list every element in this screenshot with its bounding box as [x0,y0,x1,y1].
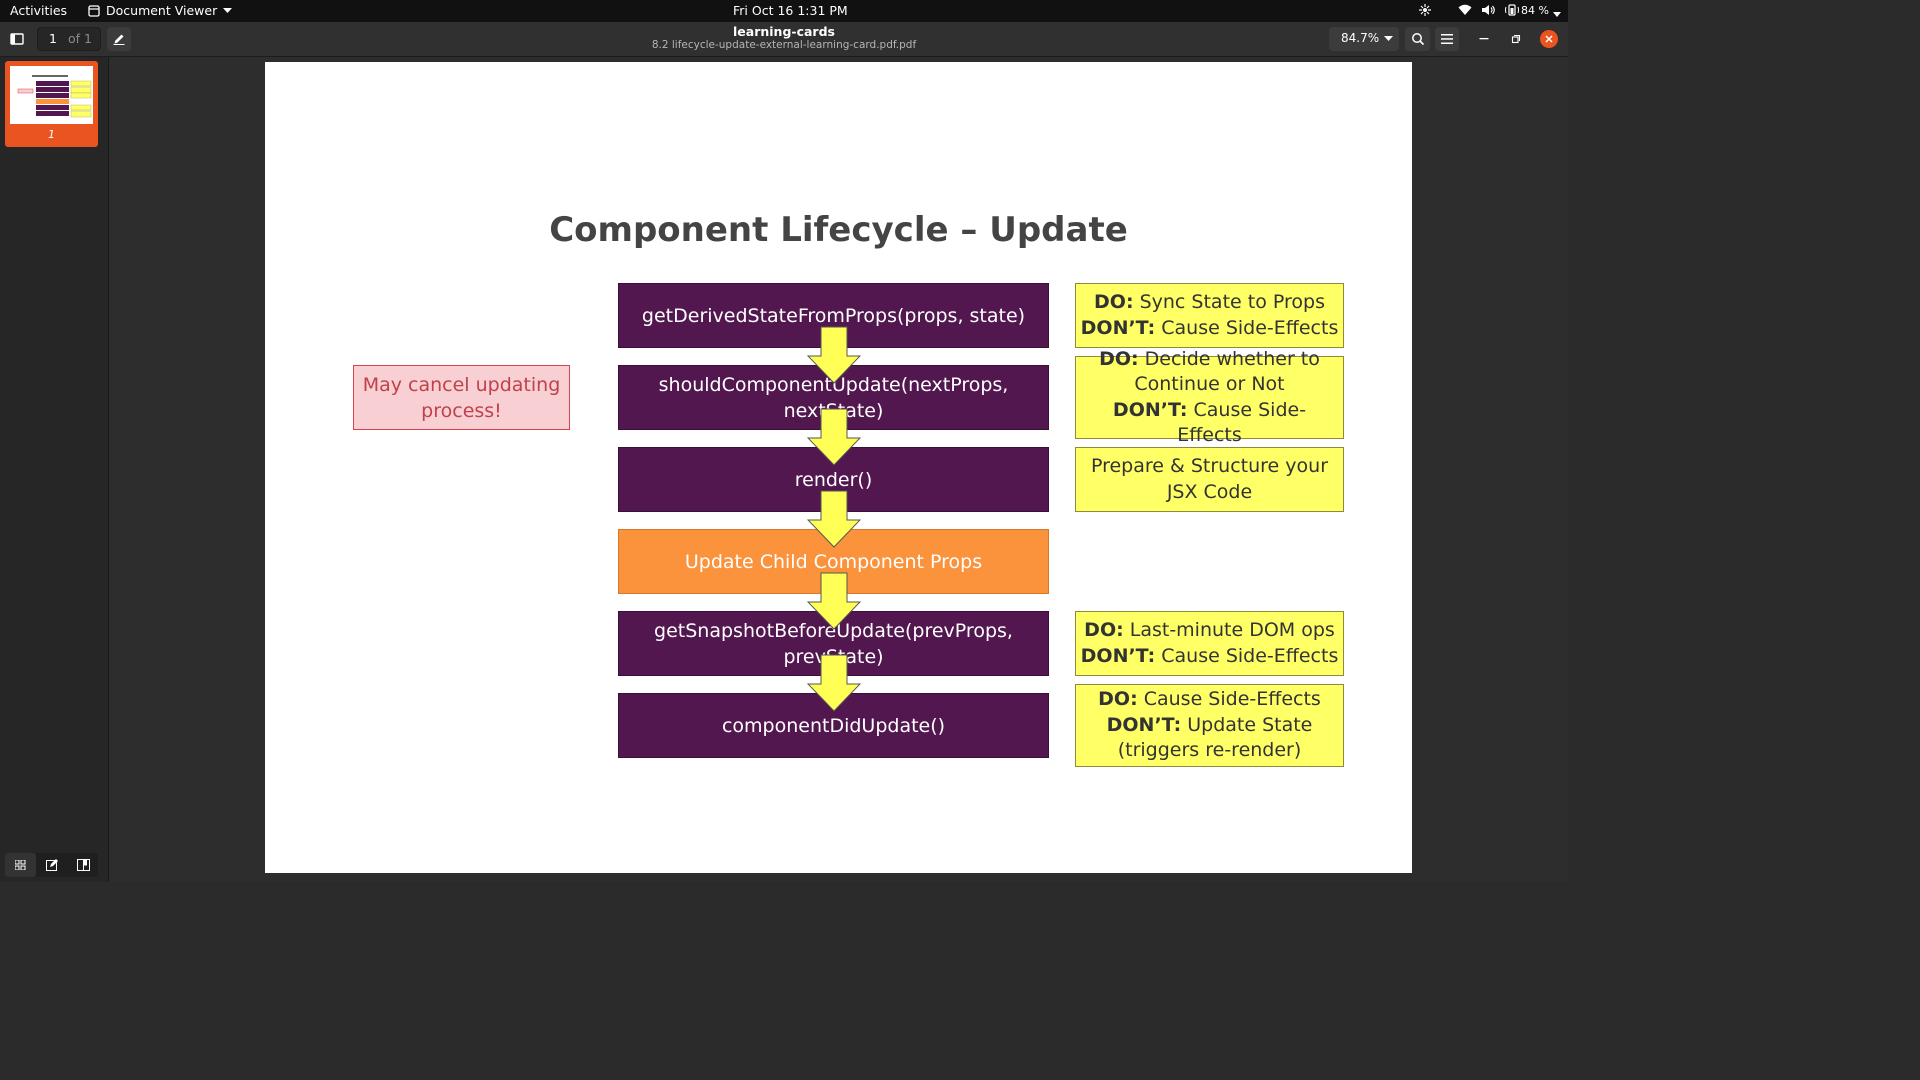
battery-icon[interactable] [1505,4,1519,19]
window-title: learning-cards [733,24,835,39]
tip-dont-label: DON’T: [1106,713,1182,736]
activities-button[interactable]: Activities [10,3,67,18]
tip-dont-label: DON’T: [1112,398,1188,421]
window-subtitle: 8.2 lifecycle-update-external-learning-c… [651,39,917,51]
annotations-view-button[interactable] [36,853,67,877]
flow-arrow-down-icon [807,326,861,384]
book-icon [77,859,90,871]
flow-arrow-down-icon [807,572,861,630]
document-viewer-icon [88,4,100,17]
header-bar: 1 of 1 learning-cards 8.2 lifecycle-upda… [0,22,1568,57]
close-icon [1545,35,1553,43]
page-total-label: of 1 [68,31,92,46]
minimize-icon [1479,38,1489,40]
edit-icon [46,859,58,871]
tip-component-did-update: DO: Cause Side-Effects DON’T: Update Sta… [1075,684,1344,767]
clock[interactable]: Fri Oct 16 1:31 PM [733,3,848,18]
thumbnails-view-button[interactable] [5,853,36,877]
volume-icon[interactable] [1481,4,1495,19]
app-menu-label: Document Viewer [106,3,218,18]
search-button[interactable] [1405,27,1430,51]
sidebar-icon [10,33,24,45]
thumbnail-sidebar: 1 [0,57,109,882]
system-menu-chevron-icon[interactable] [1553,6,1561,21]
sidebar-toggle-button[interactable] [5,27,29,51]
network-tray-icon[interactable] [1419,4,1431,19]
hamburger-icon [1441,34,1453,44]
tip-should-component-update: DO: Decide whether to Continue or Not DO… [1075,348,1344,446]
tip-dont-label: DON’T: [1080,316,1156,339]
pencil-icon [113,34,125,45]
tip-dont-text: Cause Side-Effects [1155,644,1339,667]
tip-do-text: Cause Side-Effects [1137,688,1321,711]
tip-dont-label: DON’T: [1080,644,1156,667]
page-navigation: 1 of 1 [37,27,101,51]
annotate-button[interactable] [107,27,131,51]
tip-get-snapshot: DO: Last-minute DOM ops DON’T: Cause Sid… [1075,611,1344,676]
close-button[interactable] [1540,30,1558,48]
tip-get-derived-state: DO: Sync State to Props DON’T: Cause Sid… [1075,283,1344,348]
tip-do-text: Last-minute DOM ops [1123,619,1335,641]
top-panel: Activities Document Viewer Fri Oct 16 1:… [0,0,1568,22]
app-menu[interactable]: Document Viewer [88,3,233,18]
zoom-select[interactable]: 84.7% [1329,27,1399,51]
search-icon [1411,33,1424,46]
cancel-note: May cancel updating process! [353,365,570,430]
tip-do-label: DO: [1098,688,1138,711]
flow-arrow-down-icon [807,408,861,466]
tip-do-label: DO: [1084,619,1124,641]
battery-percentage: 84 % [1521,4,1549,17]
window-title-area: learning-cards 8.2 lifecycle-update-exte… [600,25,968,52]
tip-do-text: Sync State to Props [1133,291,1325,313]
thumbnail-page-preview [10,66,93,124]
pdf-page: Component Lifecycle – Update May cancel … [265,62,1412,873]
tip-do-label: DO: [1099,347,1139,370]
sidebar-view-switcher [5,853,98,877]
bookmarks-view-button[interactable] [67,853,98,877]
menu-button[interactable] [1435,27,1459,51]
page-thumbnail-selected[interactable]: 1 [5,61,98,147]
restore-icon [1511,34,1521,44]
tip-do-label: DO: [1094,291,1134,313]
minimize-button[interactable] [1473,27,1495,51]
slide-title: Component Lifecycle – Update [549,210,1128,250]
chevron-down-icon [223,7,233,13]
flow-arrow-down-icon [807,654,861,712]
grid-icon [15,860,26,870]
wifi-icon[interactable] [1458,4,1472,19]
flow-arrow-down-icon [807,490,861,548]
zoom-value: 84.7% [1341,31,1380,45]
chevron-down-icon [1384,36,1393,41]
page-number-input[interactable]: 1 [49,31,57,46]
tip-render: Prepare & Structure your JSX Code [1075,447,1344,512]
tip-do-text: Decide whether to Continue or Not [1134,347,1320,396]
tip-dont-text: Cause Side-Effects [1177,398,1307,447]
thumbnail-page-label: 1 [48,128,55,141]
tip-dont-text: Cause Side-Effects [1155,316,1339,339]
restore-button[interactable] [1505,27,1527,51]
